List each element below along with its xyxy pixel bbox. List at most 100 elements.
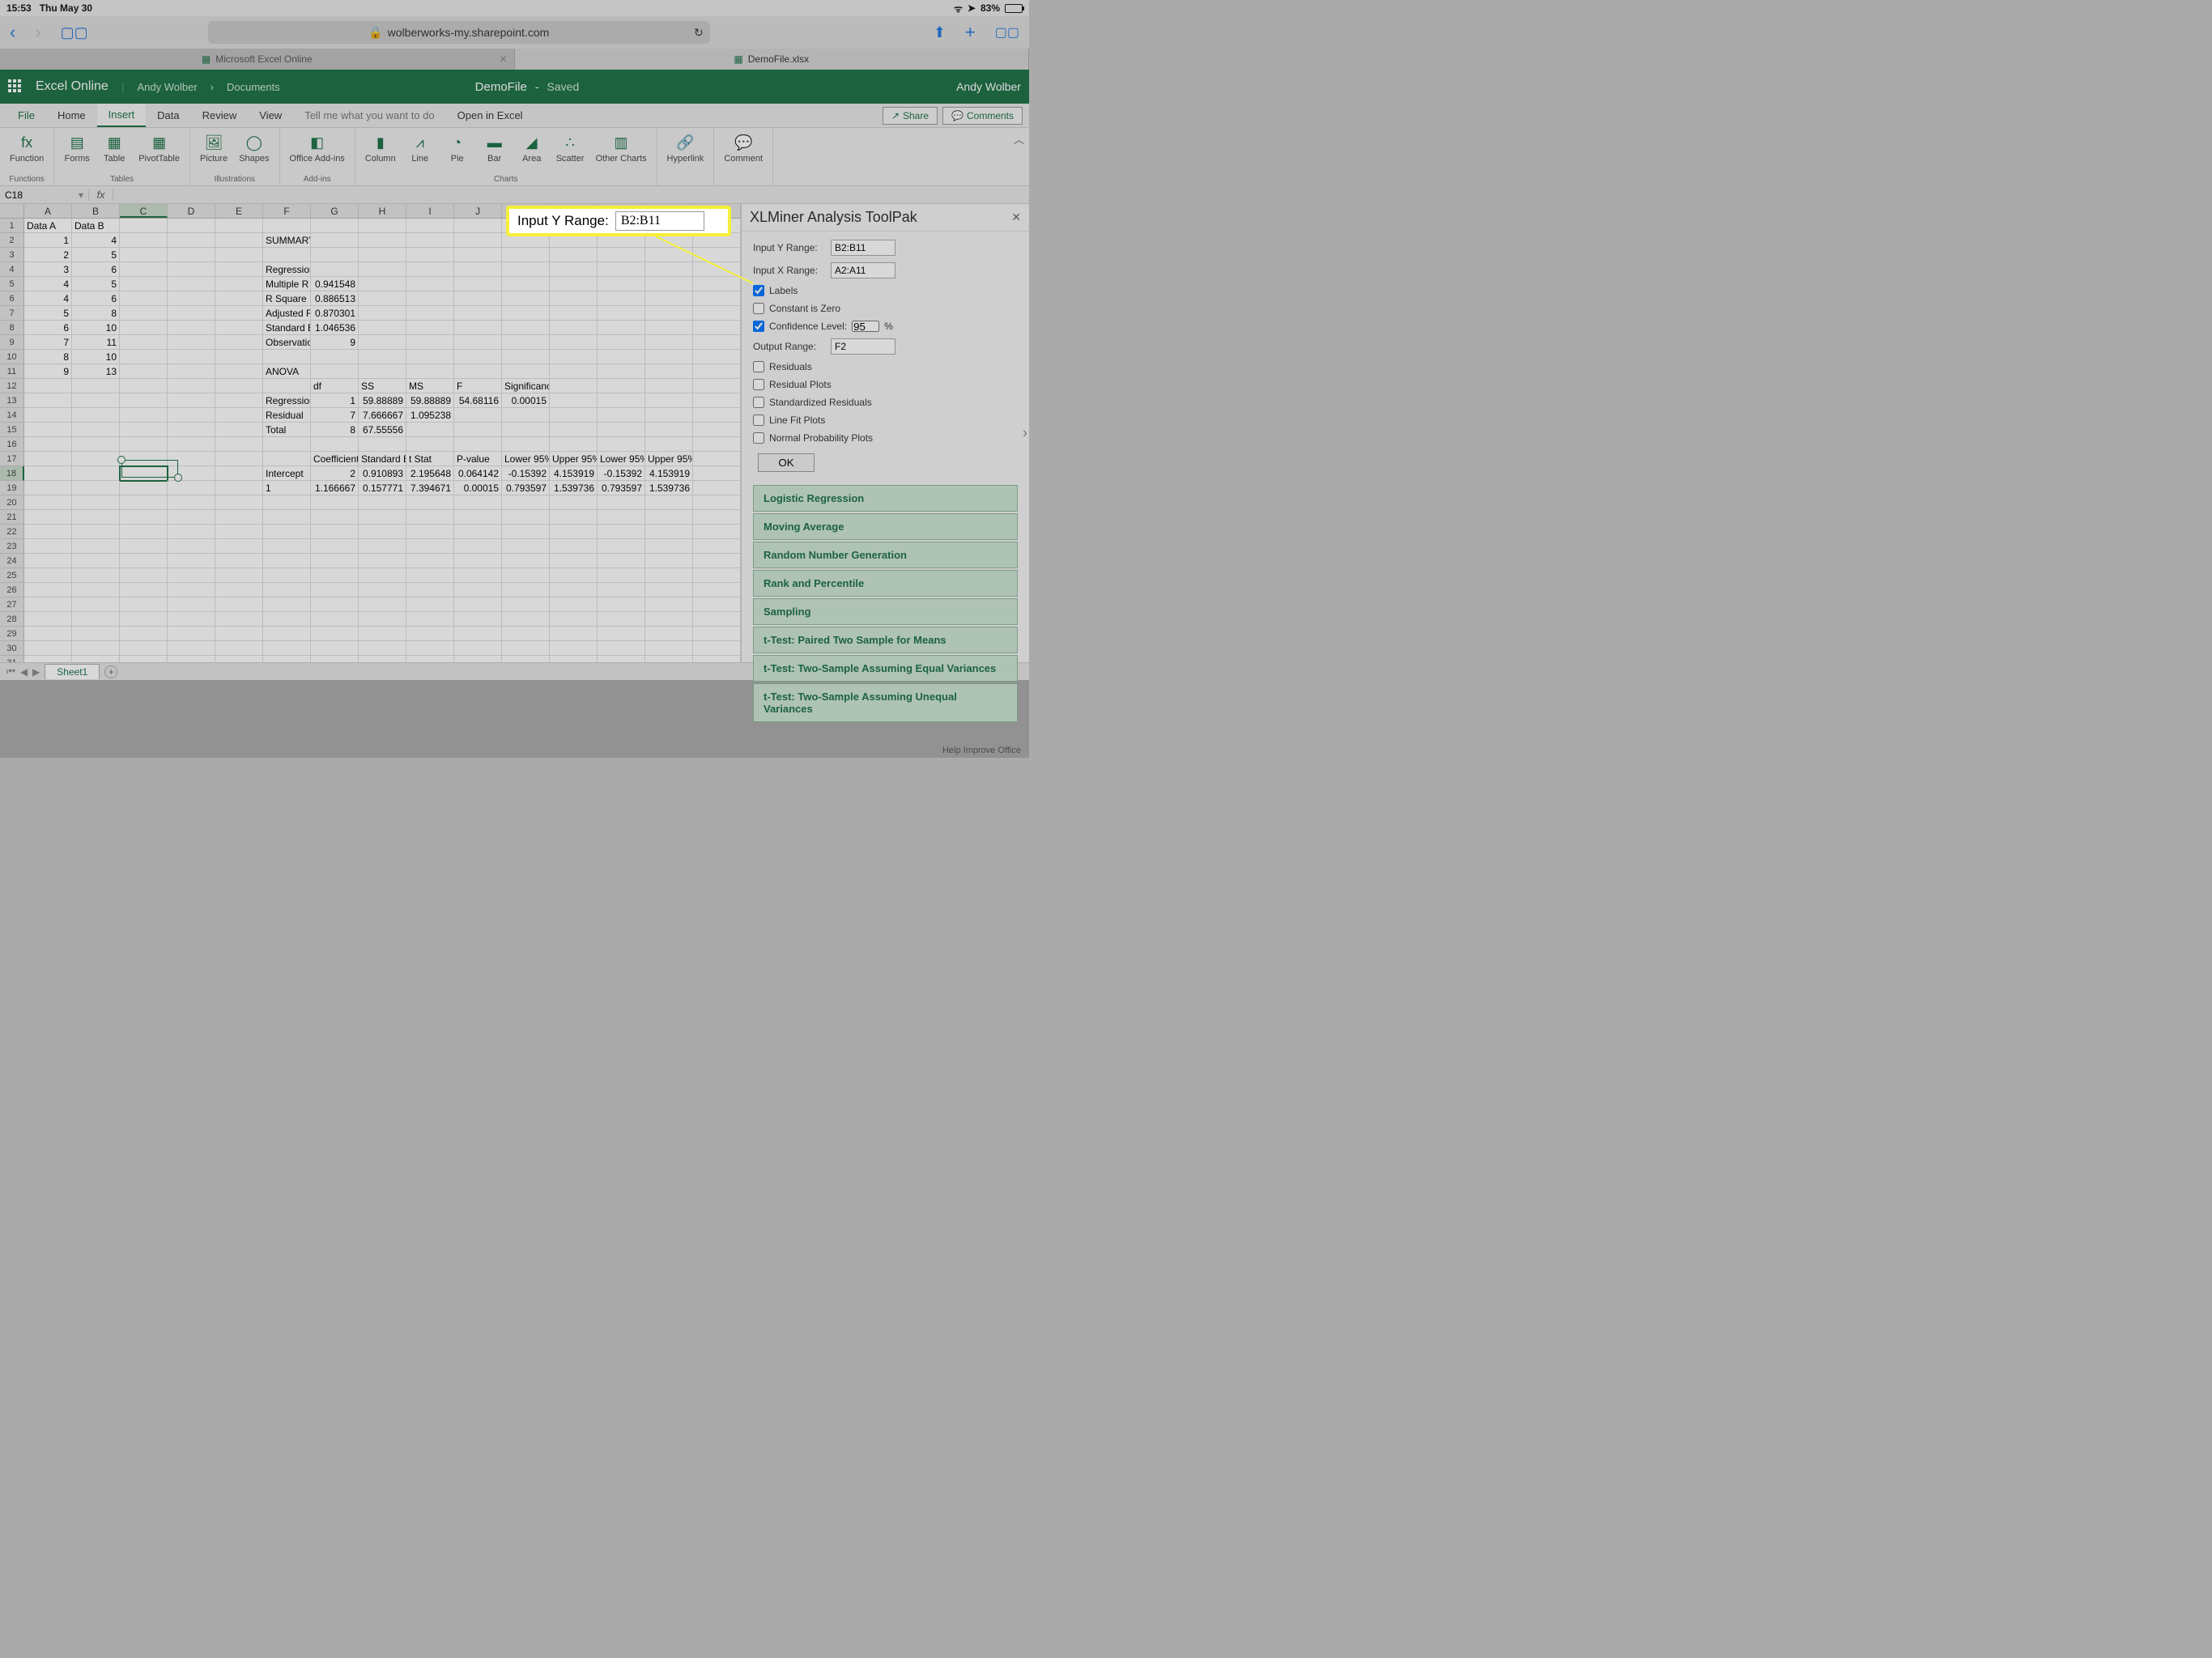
cell[interactable]: 7.666667	[359, 408, 406, 423]
cell[interactable]	[693, 248, 741, 262]
cell[interactable]	[454, 350, 502, 364]
cell[interactable]	[406, 641, 454, 656]
cell[interactable]	[645, 262, 693, 277]
cell[interactable]	[359, 525, 406, 539]
residual-plots-checkbox[interactable]	[753, 379, 764, 390]
cell[interactable]: 10	[72, 321, 120, 335]
cell[interactable]	[24, 510, 72, 525]
cell[interactable]	[693, 321, 741, 335]
cell[interactable]	[24, 466, 72, 481]
std-residuals-checkbox[interactable]	[753, 397, 764, 408]
cell[interactable]	[72, 495, 120, 510]
cell[interactable]	[120, 612, 168, 627]
cell[interactable]	[215, 539, 263, 554]
cell[interactable]	[645, 277, 693, 291]
cell[interactable]	[120, 233, 168, 248]
cell[interactable]: Regression Statistics	[263, 262, 311, 277]
row-header[interactable]: 26	[0, 583, 24, 597]
cell[interactable]	[24, 656, 72, 662]
cell[interactable]	[215, 364, 263, 379]
cell[interactable]	[263, 568, 311, 583]
cell[interactable]	[645, 350, 693, 364]
tool-t-test-two-sample-assuming-equal-variances[interactable]: t-Test: Two-Sample Assuming Equal Varian…	[753, 655, 1018, 682]
cell[interactable]	[72, 510, 120, 525]
col-header-J[interactable]: J	[454, 204, 502, 218]
cell[interactable]	[24, 568, 72, 583]
cell[interactable]	[120, 306, 168, 321]
cell[interactable]	[120, 554, 168, 568]
cell[interactable]	[550, 423, 598, 437]
cell[interactable]	[406, 291, 454, 306]
cell[interactable]: 8	[72, 306, 120, 321]
cell[interactable]	[72, 656, 120, 662]
fx-icon[interactable]: fx	[89, 189, 113, 201]
cell[interactable]	[263, 350, 311, 364]
cell[interactable]	[120, 627, 168, 641]
cell[interactable]	[645, 568, 693, 583]
cell[interactable]: R Square	[263, 291, 311, 306]
cell[interactable]	[502, 656, 550, 662]
cell[interactable]	[24, 612, 72, 627]
cell[interactable]: df	[311, 379, 359, 393]
cell[interactable]	[406, 277, 454, 291]
cell[interactable]	[72, 597, 120, 612]
cell[interactable]: 0.157771	[359, 481, 406, 495]
cell[interactable]	[168, 321, 215, 335]
cell[interactable]	[168, 495, 215, 510]
cell[interactable]	[311, 219, 359, 233]
cell[interactable]	[168, 481, 215, 495]
cell[interactable]	[550, 291, 598, 306]
ribbon-picture[interactable]: 🖼Picture	[195, 131, 232, 175]
cell[interactable]	[168, 364, 215, 379]
cell[interactable]	[359, 437, 406, 452]
cell[interactable]	[693, 612, 741, 627]
cell[interactable]	[598, 583, 645, 597]
cell[interactable]	[550, 612, 598, 627]
cell[interactable]	[693, 627, 741, 641]
cell[interactable]	[311, 583, 359, 597]
input-y-range[interactable]	[831, 240, 895, 256]
cell[interactable]	[120, 437, 168, 452]
cell[interactable]	[598, 262, 645, 277]
cell[interactable]: 4	[24, 291, 72, 306]
cell[interactable]	[311, 525, 359, 539]
cell[interactable]	[454, 641, 502, 656]
tabs-icon[interactable]: ▢▢	[995, 24, 1019, 40]
cell[interactable]	[359, 656, 406, 662]
cell[interactable]	[311, 612, 359, 627]
cell[interactable]	[598, 277, 645, 291]
cell[interactable]: 0.064142	[454, 466, 502, 481]
cell[interactable]	[502, 321, 550, 335]
cell[interactable]	[550, 641, 598, 656]
ribbon-shapes[interactable]: ◯Shapes	[234, 131, 274, 175]
cell[interactable]	[168, 583, 215, 597]
cell[interactable]	[168, 627, 215, 641]
cell[interactable]	[359, 568, 406, 583]
cell[interactable]	[215, 277, 263, 291]
cell[interactable]: 5	[72, 248, 120, 262]
cell[interactable]	[693, 510, 741, 525]
cell[interactable]	[550, 321, 598, 335]
row-header[interactable]: 8	[0, 321, 24, 335]
tool-random-number-generation[interactable]: Random Number Generation	[753, 542, 1018, 568]
cell[interactable]	[693, 262, 741, 277]
cell[interactable]	[406, 423, 454, 437]
cell[interactable]	[24, 393, 72, 408]
cell[interactable]	[72, 481, 120, 495]
cell[interactable]	[72, 583, 120, 597]
cell[interactable]	[215, 481, 263, 495]
cell[interactable]	[120, 408, 168, 423]
row-header[interactable]: 9	[0, 335, 24, 350]
cell[interactable]	[454, 597, 502, 612]
cell[interactable]	[311, 656, 359, 662]
cell[interactable]	[550, 583, 598, 597]
cell[interactable]	[168, 277, 215, 291]
row-header[interactable]: 3	[0, 248, 24, 262]
cell[interactable]	[215, 233, 263, 248]
cell[interactable]: 8	[24, 350, 72, 364]
cell[interactable]	[406, 597, 454, 612]
cell[interactable]	[645, 583, 693, 597]
cell[interactable]: 6	[72, 262, 120, 277]
cell[interactable]	[72, 437, 120, 452]
cell[interactable]	[598, 306, 645, 321]
